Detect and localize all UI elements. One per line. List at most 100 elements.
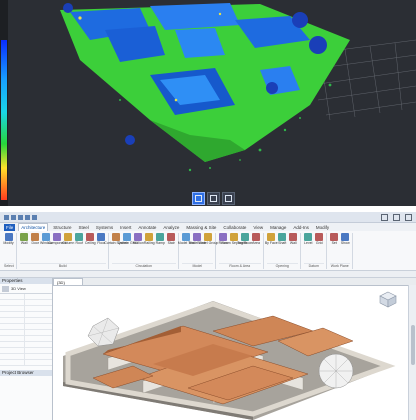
box-select-icon[interactable] xyxy=(207,192,220,205)
ribbon-button-label: Ramp xyxy=(155,241,165,245)
navigation-bar[interactable] xyxy=(408,285,416,420)
ribbon-button-label: Shaft xyxy=(278,241,287,245)
property-value[interactable] xyxy=(24,306,52,311)
tab-analyze[interactable]: Analyze xyxy=(161,224,181,231)
tab-file[interactable]: File xyxy=(4,223,16,231)
tab-modify[interactable]: Modify xyxy=(314,224,331,231)
grid-view-icon[interactable] xyxy=(192,192,205,205)
tab-add-ins[interactable]: Add-Ins xyxy=(291,224,311,231)
roof-button[interactable]: Roof xyxy=(75,233,84,245)
shaft-icon xyxy=(278,233,287,241)
curtain-grid-button[interactable]: Curtain Grid xyxy=(118,233,137,245)
model-group-button[interactable]: Model Group xyxy=(198,233,218,245)
set-button[interactable]: Set xyxy=(330,233,339,245)
type-selector[interactable]: 3D View xyxy=(0,284,52,294)
property-value[interactable] xyxy=(24,294,52,299)
ribbon-group-model: Model Text Model Line Model Group Model xyxy=(178,233,218,269)
property-value[interactable] xyxy=(24,360,52,365)
property-value[interactable] xyxy=(24,354,52,359)
tab-architecture[interactable]: Architecture xyxy=(18,223,49,231)
camera-icon[interactable] xyxy=(222,192,235,205)
modify-button[interactable]: Modify xyxy=(3,233,14,245)
level-icon xyxy=(304,233,313,241)
shaft-button[interactable]: Shaft xyxy=(278,233,287,245)
property-row[interactable] xyxy=(0,360,52,366)
ribbon-group-buttons: Level Grid xyxy=(304,233,324,245)
tab-view[interactable]: View xyxy=(251,224,265,231)
property-value[interactable] xyxy=(24,300,52,305)
ribbon-group-buttons: Set Show xyxy=(330,233,350,245)
tab-steel[interactable]: Steel xyxy=(77,224,91,231)
tab-systems[interactable]: Systems xyxy=(94,224,115,231)
by-face-button[interactable]: By Face xyxy=(264,233,278,245)
column-icon xyxy=(64,233,73,241)
tab-massing-site[interactable]: Massing & Site xyxy=(184,224,218,231)
title-bar xyxy=(0,212,416,223)
mullion-button[interactable]: Mullion xyxy=(133,233,144,245)
tab-collaborate[interactable]: Collaborate xyxy=(221,224,248,231)
undo-icon[interactable] xyxy=(25,214,30,220)
ribbon-group-label: Circulation xyxy=(111,263,176,269)
property-value[interactable] xyxy=(24,312,52,317)
show-icon xyxy=(341,233,350,241)
view-type-icon xyxy=(2,285,9,292)
ribbon-button-label: Level xyxy=(304,241,313,245)
project-browser-tree xyxy=(0,376,52,411)
property-value[interactable] xyxy=(24,324,52,329)
ribbon-button-label: Railing xyxy=(143,241,155,245)
open-icon[interactable] xyxy=(11,214,16,220)
ribbon-button-label: By Face xyxy=(264,241,278,245)
property-value[interactable] xyxy=(24,336,52,341)
room-icon xyxy=(219,233,228,241)
tab-structure[interactable]: Structure xyxy=(51,224,73,231)
wall-button[interactable]: Wall xyxy=(289,233,298,245)
redo-icon[interactable] xyxy=(32,214,37,220)
ribbon: Modify Select Wall Door Window Component Colum… xyxy=(0,231,416,271)
tab-insert[interactable]: Insert xyxy=(118,224,133,231)
browser-item[interactable] xyxy=(0,406,52,411)
model-text-icon xyxy=(182,233,191,241)
ramp-icon xyxy=(156,233,165,241)
scroll-thumb[interactable] xyxy=(411,325,415,365)
tag-room-button[interactable]: Tag Room xyxy=(237,233,253,245)
view-tab-3d[interactable]: {3D} xyxy=(53,278,83,285)
view-cube[interactable] xyxy=(378,290,398,308)
property-rows xyxy=(0,294,52,366)
grid-button[interactable]: Grid xyxy=(315,233,324,245)
wall-button[interactable]: Wall xyxy=(20,233,29,245)
save-icon[interactable] xyxy=(18,214,23,220)
property-value[interactable] xyxy=(24,318,52,323)
minimize-icon[interactable] xyxy=(381,214,388,221)
window-icon xyxy=(42,233,51,241)
property-value[interactable] xyxy=(24,342,52,347)
railing-button[interactable]: Railing xyxy=(143,233,155,245)
property-value[interactable] xyxy=(24,330,52,335)
tab-annotate[interactable]: Annotate xyxy=(136,224,158,231)
close-icon[interactable] xyxy=(405,214,412,221)
3d-view-canvas[interactable] xyxy=(53,285,408,420)
point-cloud-viewer[interactable] xyxy=(0,0,416,206)
show-button[interactable]: Show xyxy=(341,233,350,245)
tab-manage[interactable]: Manage xyxy=(268,224,288,231)
ceiling-button[interactable]: Ceiling xyxy=(85,233,96,245)
ribbon-group-work-plane: Set Show Work Plane xyxy=(328,233,353,269)
property-value[interactable] xyxy=(24,348,52,353)
ribbon-group-label: Datum xyxy=(303,263,324,269)
ribbon-group-buttons: Room Room Separator Tag Room Area xyxy=(219,233,261,245)
roof-icon xyxy=(75,233,84,241)
area-button[interactable]: Area xyxy=(252,233,261,245)
ribbon-button-label: Modify xyxy=(3,241,14,245)
maximize-icon[interactable] xyxy=(393,214,400,221)
door-button[interactable]: Door xyxy=(31,233,40,245)
component-button[interactable]: Component xyxy=(48,233,66,245)
column-button[interactable]: Column xyxy=(62,233,74,245)
ribbon-group-label: Build xyxy=(19,263,106,269)
point-cloud-canvas[interactable] xyxy=(0,0,416,206)
stair-button[interactable]: Stair xyxy=(167,233,176,245)
level-button[interactable]: Level xyxy=(304,233,313,245)
revit-window: File Architecture Structure Steel Systems Ins… xyxy=(0,212,416,420)
ramp-button[interactable]: Ramp xyxy=(156,233,165,245)
property-key xyxy=(0,342,24,347)
app-menu-icon[interactable] xyxy=(4,214,9,220)
ribbon-button-label: Area xyxy=(252,241,260,245)
